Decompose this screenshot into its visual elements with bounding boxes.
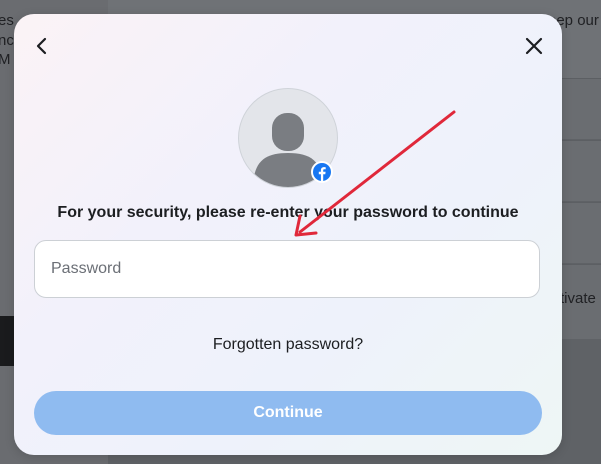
- background-text: nc: [0, 32, 14, 49]
- close-icon: [525, 37, 543, 55]
- continue-button[interactable]: Continue: [34, 391, 542, 435]
- close-button[interactable]: [522, 34, 546, 58]
- back-button[interactable]: [30, 34, 54, 58]
- background-text: M: [0, 51, 11, 68]
- background-text: es: [0, 12, 14, 29]
- forgotten-password-link[interactable]: Forgotten password?: [14, 336, 562, 354]
- facebook-logo-icon: [313, 163, 331, 181]
- chevron-left-icon: [36, 37, 47, 55]
- security-prompt: For your security, please re-enter your …: [57, 204, 519, 221]
- password-input[interactable]: [34, 240, 540, 298]
- background-block: [0, 316, 14, 366]
- facebook-badge: [311, 161, 333, 183]
- reauth-dialog: For your security, please re-enter your …: [14, 14, 562, 455]
- background-text: tivate: [560, 290, 596, 307]
